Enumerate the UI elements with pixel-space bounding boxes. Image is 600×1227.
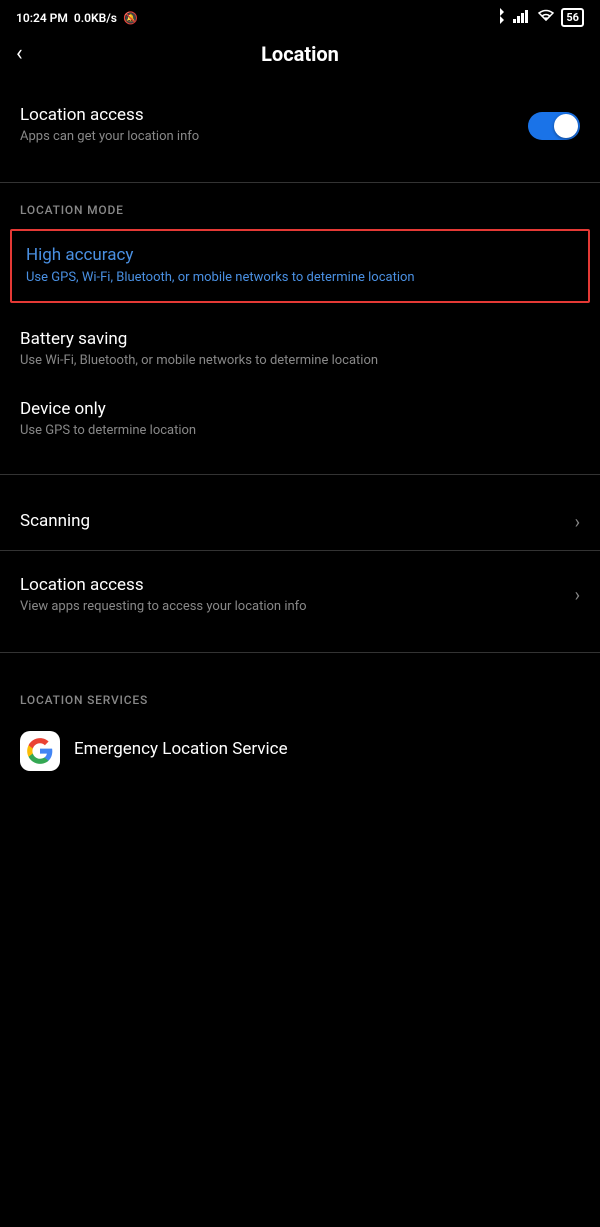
location-services-header: LOCATION SERVICES bbox=[0, 673, 600, 715]
silent-icon: 🔕 bbox=[123, 11, 138, 25]
device-only-mode[interactable]: Device only Use GPS to determine locatio… bbox=[0, 385, 600, 454]
page-title: Location bbox=[261, 42, 339, 66]
status-left: 10:24 PM 0.0KB/s 🔕 bbox=[16, 11, 138, 25]
high-accuracy-subtitle: Use GPS, Wi-Fi, Bluetooth, or mobile net… bbox=[26, 269, 574, 287]
location-access-apps-subtitle: View apps requesting to access your loca… bbox=[20, 598, 575, 616]
location-access-text: Location access Apps can get your locati… bbox=[20, 105, 528, 146]
toggle-knob bbox=[554, 114, 578, 138]
emergency-location-row[interactable]: Emergency Location Service bbox=[0, 715, 600, 787]
time-display: 10:24 PM bbox=[16, 11, 68, 25]
device-only-title: Device only bbox=[20, 399, 580, 419]
high-accuracy-mode[interactable]: › High accuracy Use GPS, Wi-Fi, Bluetoot… bbox=[10, 229, 590, 303]
location-access-title: Location access bbox=[20, 105, 528, 125]
scanning-title: Scanning bbox=[20, 511, 575, 531]
battery-saving-subtitle: Use Wi-Fi, Bluetooth, or mobile networks… bbox=[20, 352, 580, 370]
google-icon bbox=[20, 731, 60, 771]
battery-saving-title: Battery saving bbox=[20, 329, 580, 349]
scanning-row[interactable]: Scanning › bbox=[0, 495, 600, 550]
high-accuracy-title: High accuracy bbox=[26, 245, 574, 265]
emergency-location-text: Emergency Location Service bbox=[74, 739, 580, 762]
location-access-apps-row[interactable]: Location access View apps requesting to … bbox=[0, 559, 600, 632]
signal-icon bbox=[513, 9, 531, 26]
location-access-apps-title: Location access bbox=[20, 575, 575, 595]
wifi-icon bbox=[537, 9, 555, 26]
emergency-location-title: Emergency Location Service bbox=[74, 739, 580, 759]
location-access-toggle[interactable] bbox=[528, 112, 580, 140]
location-access-toggle-row: Location access Apps can get your locati… bbox=[0, 89, 600, 162]
status-right: 56 bbox=[493, 8, 584, 27]
bluetooth-icon bbox=[493, 8, 507, 27]
status-bar: 10:24 PM 0.0KB/s 🔕 56 bbox=[0, 0, 600, 31]
top-navigation: ‹ Location bbox=[0, 31, 600, 81]
back-button[interactable]: ‹ bbox=[16, 43, 23, 65]
location-access-apps-chevron-icon: › bbox=[575, 585, 580, 606]
battery-saving-mode[interactable]: Battery saving Use Wi-Fi, Bluetooth, or … bbox=[0, 315, 600, 384]
device-only-subtitle: Use GPS to determine location bbox=[20, 422, 580, 440]
scanning-text: Scanning bbox=[20, 511, 575, 534]
battery-indicator: 56 bbox=[561, 8, 584, 27]
scanning-chevron-icon: › bbox=[575, 512, 580, 533]
location-access-apps-text: Location access View apps requesting to … bbox=[20, 575, 575, 616]
location-access-subtitle: Apps can get your location info bbox=[20, 128, 528, 146]
location-mode-header: LOCATION MODE bbox=[0, 183, 600, 225]
network-speed: 0.0KB/s bbox=[74, 11, 117, 25]
